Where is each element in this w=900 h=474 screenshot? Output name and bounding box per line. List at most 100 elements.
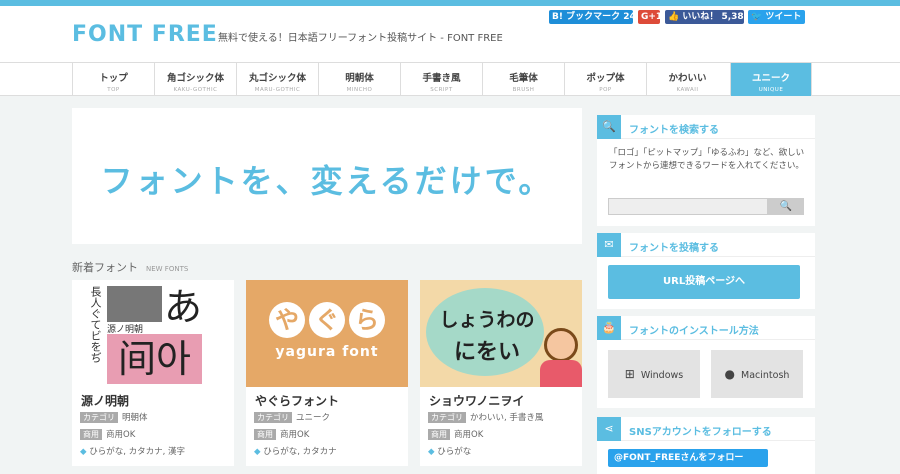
font-thumbnail[interactable]: や ぐ ら yagura font <box>246 280 408 387</box>
sidebar-search-head: 🔍 フォントを検索する <box>597 115 815 139</box>
font-card-showa-no-nioi[interactable]: しょうわの にをい ショウワノニヲイ カテゴリ かわいい, 手書き風 商用 商用OK… <box>420 280 582 466</box>
font-category-row: カテゴリ かわいい, 手書き風 <box>428 411 543 423</box>
sidebar-install-title: フォントのインストール方法 <box>629 326 759 337</box>
tag-icon: ◆ <box>428 447 435 457</box>
nav-sublabel: UNIQUE <box>758 87 784 93</box>
thumb-subtitle: yagura font <box>275 344 379 360</box>
font-tags-row: ◆ ひらがな, カタカナ <box>254 445 337 457</box>
facebook-like-button[interactable]: 👍 いいね！ 5,388 <box>665 10 750 24</box>
nav-label: トップ <box>99 73 128 84</box>
search-icon: 🔍 <box>597 115 621 139</box>
search-button[interactable]: 🔍 <box>768 198 804 215</box>
thumb-char-ya: や <box>269 302 305 338</box>
mac-label: Macintosh <box>741 370 790 381</box>
category-value[interactable]: ユニーク <box>296 413 330 423</box>
nav-label: 丸ゴシック体 <box>248 73 306 84</box>
sidebar-sns: ⋖ SNSアカウントをフォローする @FONT_FREEさんをフォロー <box>597 417 815 474</box>
font-category-row: カテゴリ 明朝体 <box>80 411 148 423</box>
font-thumbnail[interactable]: 長人ぐてビをぢ 源ノ明朝 あ 间아 <box>72 280 234 387</box>
tags-value: ひらがな, カタカナ <box>263 447 337 457</box>
nav-sublabel: SCRIPT <box>430 87 453 93</box>
nav-sublabel: KAWAII <box>676 87 699 93</box>
gplus-button[interactable]: G+1 <box>638 10 662 24</box>
hatena-bookmark-button[interactable]: B! ブックマーク 2466 <box>549 10 648 24</box>
windows-icon: ⊞ <box>624 367 635 381</box>
sidebar-install-head: 🎂 フォントのインストール方法 <box>597 316 815 340</box>
nav-item-brush[interactable]: 毛筆体 BRUSH <box>482 63 564 96</box>
font-card-yagura[interactable]: や ぐ ら yagura font やぐらフォント カテゴリ ユニーク 商用 商用O… <box>246 280 408 466</box>
font-name[interactable]: 源ノ明朝 <box>81 392 129 409</box>
new-fonts-heading: 新着フォント NEW FONTS <box>72 259 188 275</box>
hero-tagline: フォントを、変えるだけで。 <box>100 162 554 200</box>
sidebar-submit-head: ✉ フォントを投稿する <box>597 233 815 257</box>
nav-item-script[interactable]: 手書き風 SCRIPT <box>400 63 482 96</box>
font-tags-row: ◆ ひらがな <box>428 445 471 457</box>
nav-sublabel: POP <box>599 87 612 93</box>
header: FONT FREE 無料で使える！日本語フリーフォント投稿サイト - FONT … <box>0 6 900 62</box>
thumb-bottom-glyphs: 间아 <box>107 334 202 384</box>
nav-item-maru-gothic[interactable]: 丸ゴシック体 MARU-GOTHIC <box>236 63 318 96</box>
commercial-label: 商用 <box>428 429 450 440</box>
hero-banner: フォントを、変えるだけで。 <box>72 108 582 244</box>
font-card-genno-mincho[interactable]: 長人ぐてビをぢ 源ノ明朝 あ 间아 源ノ明朝 カテゴリ 明朝体 商用 商用OK ◆ … <box>72 280 234 466</box>
thumb-girl-body <box>540 360 582 387</box>
font-category-row: カテゴリ ユニーク <box>254 411 330 423</box>
category-value[interactable]: かわいい, 手書き風 <box>470 413 543 423</box>
commercial-value: 商用OK <box>454 430 484 440</box>
sidebar-search: 🔍 フォントを検索する 「ロゴ」「ピットマップ」「ゆるふわ」など、欲しいフォント… <box>597 115 815 226</box>
thumb-char-ra: ら <box>349 302 385 338</box>
nav-label: かわいい <box>668 73 707 84</box>
new-fonts-title: 新着フォント <box>72 261 138 274</box>
nav-item-pop[interactable]: ポップ体 POP <box>564 63 646 96</box>
font-commercial-row: 商用 商用OK <box>80 428 135 440</box>
nav-item-top[interactable]: トップ TOP <box>72 63 154 96</box>
sidebar-install: 🎂 フォントのインストール方法 ⊞ Windows ● Macintosh <box>597 316 815 408</box>
tags-value: ひらがな <box>437 447 472 457</box>
category-label: カテゴリ <box>428 412 466 423</box>
nav-label: 角ゴシック体 <box>166 73 224 84</box>
commercial-value: 商用OK <box>106 430 136 440</box>
font-commercial-row: 商用 商用OK <box>428 428 483 440</box>
font-tags-row: ◆ ひらがな, カタカナ, 漢字 <box>80 445 185 457</box>
thumb-char-gu: ぐ <box>309 302 345 338</box>
nav-label: 手書き風 <box>422 73 461 84</box>
commercial-label: 商用 <box>80 429 102 440</box>
twitter-follow-button[interactable]: @FONT_FREEさんをフォロー <box>608 449 768 467</box>
nav-item-kawaii[interactable]: かわいい KAWAII <box>646 63 728 96</box>
windows-label: Windows <box>640 370 684 381</box>
nav-label: ポップ体 <box>586 73 625 84</box>
font-thumbnail[interactable]: しょうわの にをい <box>420 280 582 387</box>
sidebar-sns-head: ⋖ SNSアカウントをフォローする <box>597 417 815 441</box>
thumb-sample-text: 長人ぐてビをぢ <box>89 286 102 363</box>
nav-item-unique[interactable]: ユニーク UNIQUE <box>730 63 812 96</box>
search-description: 「ロゴ」「ピットマップ」「ゆるふわ」など、欲しいフォントから連想できるワードを入… <box>609 148 805 171</box>
category-value[interactable]: 明朝体 <box>122 413 148 423</box>
thumb-line1: しょうわの <box>439 309 535 331</box>
font-name[interactable]: ショウワノニヲイ <box>429 392 524 409</box>
mac-install-button[interactable]: ● Macintosh <box>711 350 803 398</box>
thumb-line2: にをい <box>453 340 520 365</box>
cake-icon: 🎂 <box>597 316 621 340</box>
windows-install-button[interactable]: ⊞ Windows <box>608 350 700 398</box>
search-input[interactable] <box>608 198 768 215</box>
url-submit-button[interactable]: URL投稿ページへ <box>608 265 800 299</box>
nav-item-kaku-gothic[interactable]: 角ゴシック体 KAKU-GOTHIC <box>154 63 236 96</box>
tag-icon: ◆ <box>80 447 87 457</box>
sidebar-submit: ✉ フォントを投稿する URL投稿ページへ <box>597 233 815 309</box>
sidebar-search-title: フォントを検索する <box>629 125 719 136</box>
commercial-value: 商用OK <box>280 430 310 440</box>
nav-label: 毛筆体 <box>509 73 538 84</box>
nav-item-mincho[interactable]: 明朝体 MINCHO <box>318 63 400 96</box>
nav-sublabel: TOP <box>107 87 120 93</box>
commercial-label: 商用 <box>254 429 276 440</box>
thumb-girl-illustration <box>544 328 578 362</box>
tweet-button[interactable]: 🐦 ツイート <box>748 10 805 24</box>
font-name[interactable]: やぐらフォント <box>255 392 339 409</box>
thumb-main-glyph: あ <box>163 285 202 329</box>
site-logo[interactable]: FONT FREE <box>72 22 218 47</box>
sidebar-submit-title: フォントを投稿する <box>629 243 719 254</box>
tag-icon: ◆ <box>254 447 261 457</box>
mail-icon: ✉ <box>597 233 621 257</box>
tags-value: ひらがな, カタカナ, 漢字 <box>89 447 186 457</box>
nav-sublabel: MINCHO <box>346 87 373 93</box>
